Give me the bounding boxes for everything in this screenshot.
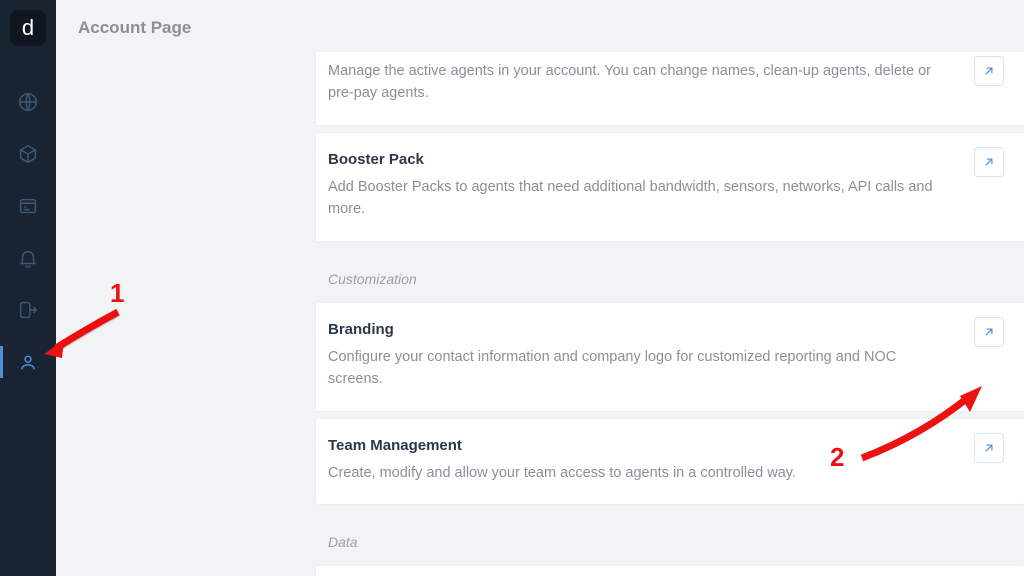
open-team-button[interactable] [974,433,1004,463]
nav-account[interactable] [0,336,56,388]
external-link-icon [982,155,996,169]
logo: d [0,0,56,56]
card-api[interactable]: Domotz API The Domotz Public API provide… [316,566,1024,576]
card-title: Booster Pack [328,151,954,168]
external-link-icon [982,441,996,455]
external-link-icon [982,325,996,339]
open-booster-button[interactable] [974,147,1004,177]
open-branding-button[interactable] [974,317,1004,347]
card-branding[interactable]: Branding Configure your contact informat… [316,303,1024,411]
card-title: Branding [328,321,954,338]
account-icon [17,351,39,373]
card-desc: Add Booster Packs to agents that need ad… [328,176,954,221]
card-agents[interactable]: Manage the active agents in your account… [316,52,1024,125]
sidebar: d [0,0,56,576]
logout-icon [17,299,39,321]
nav-bell[interactable] [0,232,56,284]
content: Account Page Manage the active agents in… [56,0,1024,576]
nav-dashboard[interactable] [0,180,56,232]
open-agents-button[interactable] [974,56,1004,86]
section-customization: Customization [316,249,1024,295]
card-desc: Create, modify and allow your team acces… [328,462,954,484]
globe-icon [17,91,39,113]
logo-glyph: d [10,10,46,46]
card-team[interactable]: Team Management Create, modify and allow… [316,419,1024,504]
card-booster[interactable]: Booster Pack Add Booster Packs to agents… [316,133,1024,241]
card-title: Team Management [328,437,954,454]
nav-logout[interactable] [0,284,56,336]
card-desc: Configure your contact information and c… [328,346,954,391]
section-data: Data [316,512,1024,558]
external-link-icon [982,64,996,78]
nav-cube[interactable] [0,128,56,180]
cube-icon [17,143,39,165]
nav-globe[interactable] [0,76,56,128]
page-header: Account Page [56,0,1024,52]
bell-icon [17,247,39,269]
page-title: Account Page [78,18,1002,38]
dashboard-icon [17,195,39,217]
settings-list[interactable]: Manage the active agents in your account… [56,52,1024,576]
card-desc: Manage the active agents in your account… [328,60,954,105]
